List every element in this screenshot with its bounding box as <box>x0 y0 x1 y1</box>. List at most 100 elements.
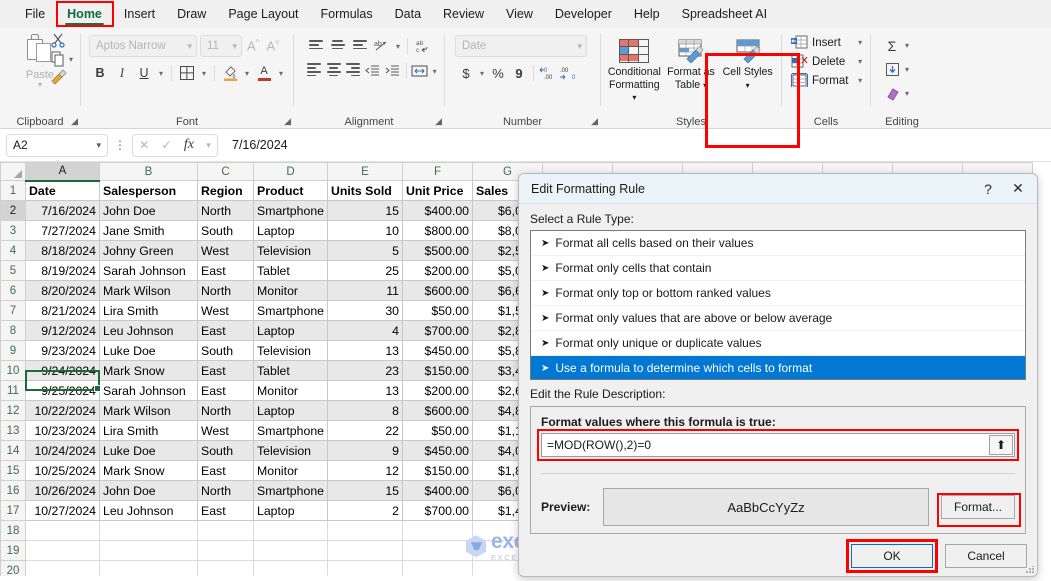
font-color-dropdown-caret[interactable]: ▾ <box>276 69 286 78</box>
cell-D13[interactable]: Smartphone <box>254 421 328 441</box>
cell-F11[interactable]: $200.00 <box>403 381 473 401</box>
empty-cell[interactable] <box>198 561 254 577</box>
header-cell-salesperson[interactable]: Salesperson <box>100 181 198 201</box>
row-header-12[interactable]: 12 <box>1 401 26 421</box>
cell-C9[interactable]: South <box>198 341 254 361</box>
format-as-table-button[interactable]: Format as Table ▾ <box>663 33 720 105</box>
tab-insert[interactable]: Insert <box>113 3 166 25</box>
name-box[interactable]: A2 ▾ <box>6 134 108 157</box>
cell-A9[interactable]: 9/23/2024 <box>26 341 100 361</box>
collapse-dialog-icon[interactable]: ⬆ <box>989 435 1013 455</box>
number-format-select[interactable]: Date ▾ <box>455 35 587 57</box>
tab-data[interactable]: Data <box>384 3 432 25</box>
font-name-input[interactable]: Aptos Narrow ▾ <box>89 35 197 57</box>
cell-C10[interactable]: East <box>198 361 254 381</box>
cell-B8[interactable]: Leu Johnson <box>100 321 198 341</box>
clipboard-dialog-launcher[interactable]: ◢ <box>71 116 78 127</box>
empty-cell[interactable] <box>100 521 198 541</box>
row-header-11[interactable]: 11 <box>1 381 26 401</box>
cell-E4[interactable]: 5 <box>328 241 403 261</box>
orientation-icon[interactable]: ab <box>371 36 392 56</box>
cell-C16[interactable]: North <box>198 481 254 501</box>
cancel-entry-icon[interactable]: ✕ <box>139 138 149 152</box>
merge-dropdown-caret[interactable]: ▾ <box>430 67 439 76</box>
cell-E8[interactable]: 4 <box>328 321 403 341</box>
cell-C5[interactable]: East <box>198 261 254 281</box>
cell-F7[interactable]: $50.00 <box>403 301 473 321</box>
cell-C17[interactable]: East <box>198 501 254 521</box>
row-header-6[interactable]: 6 <box>1 281 26 301</box>
tab-help[interactable]: Help <box>623 3 671 25</box>
rule-type-option-1[interactable]: ➤Format only cells that contain <box>531 256 1025 281</box>
clear-eraser-icon[interactable] <box>882 84 902 103</box>
cell-A10[interactable]: 9/24/2024 <box>26 361 100 381</box>
cell-C7[interactable]: West <box>198 301 254 321</box>
cell-D4[interactable]: Television <box>254 241 328 261</box>
fill-color-dropdown-caret[interactable]: ▾ <box>242 69 252 78</box>
cell-D5[interactable]: Tablet <box>254 261 328 281</box>
row-header-3[interactable]: 3 <box>1 221 26 241</box>
column-header-F[interactable]: F <box>403 163 473 181</box>
cell-B2[interactable]: John Doe <box>100 201 198 221</box>
empty-cell[interactable] <box>328 521 403 541</box>
cell-C11[interactable]: East <box>198 381 254 401</box>
cell-F14[interactable]: $450.00 <box>403 441 473 461</box>
row-header-19[interactable]: 19 <box>1 541 26 561</box>
empty-cell[interactable] <box>100 561 198 577</box>
ok-button[interactable]: OK <box>851 544 933 568</box>
row-header-17[interactable]: 17 <box>1 501 26 521</box>
empty-cell[interactable] <box>328 541 403 561</box>
row-header-10[interactable]: 10 <box>1 361 26 381</box>
cell-D11[interactable]: Monitor <box>254 381 328 401</box>
rule-type-option-2[interactable]: ➤Format only top or bottom ranked values <box>531 281 1025 306</box>
delete-dropdown-caret[interactable]: ▾ <box>855 57 865 66</box>
help-icon[interactable]: ? <box>973 175 1003 203</box>
clear-dropdown-caret[interactable]: ▾ <box>902 89 912 98</box>
cell-E11[interactable]: 13 <box>328 381 403 401</box>
cell-D17[interactable]: Laptop <box>254 501 328 521</box>
header-cell-date[interactable]: Date <box>26 181 100 201</box>
tab-spreadsheet-ai[interactable]: Spreadsheet AI <box>671 3 778 25</box>
borders-button[interactable] <box>177 63 197 83</box>
number-dialog-launcher[interactable]: ◢ <box>591 116 598 127</box>
cell-A11[interactable]: 9/25/2024 <box>26 381 100 401</box>
increase-font-size-icon[interactable]: A^ <box>245 38 261 53</box>
format-button[interactable]: Format... <box>941 495 1015 519</box>
cell-D12[interactable]: Laptop <box>254 401 328 421</box>
conditional-formatting-button[interactable]: Conditional Formatting ▾ <box>606 33 663 105</box>
cell-F4[interactable]: $500.00 <box>403 241 473 261</box>
italic-button[interactable]: I <box>112 63 132 83</box>
cell-A6[interactable]: 8/20/2024 <box>26 281 100 301</box>
cell-B5[interactable]: Sarah Johnson <box>100 261 198 281</box>
decrease-font-size-icon[interactable]: A˅ <box>264 38 281 53</box>
cell-F3[interactable]: $800.00 <box>403 221 473 241</box>
cell-F13[interactable]: $50.00 <box>403 421 473 441</box>
empty-cell[interactable] <box>26 561 100 577</box>
cell-A15[interactable]: 10/25/2024 <box>26 461 100 481</box>
cell-E10[interactable]: 23 <box>328 361 403 381</box>
cell-D16[interactable]: Smartphone <box>254 481 328 501</box>
empty-cell[interactable] <box>403 521 473 541</box>
column-header-E[interactable]: E <box>328 163 403 181</box>
cell-A14[interactable]: 10/24/2024 <box>26 441 100 461</box>
copy-icon[interactable] <box>50 51 66 67</box>
select-all-corner[interactable] <box>1 163 26 181</box>
empty-cell[interactable] <box>100 541 198 561</box>
insert-dropdown-caret[interactable]: ▾ <box>855 38 865 47</box>
empty-cell[interactable] <box>254 521 328 541</box>
rule-type-option-5[interactable]: ➤Use a formula to determine which cells … <box>531 356 1025 380</box>
cell-A13[interactable]: 10/23/2024 <box>26 421 100 441</box>
formula-rule-input[interactable]: =MOD(ROW(),2)=0 <box>541 433 1015 457</box>
cell-C13[interactable]: West <box>198 421 254 441</box>
empty-cell[interactable] <box>254 541 328 561</box>
cell-D15[interactable]: Monitor <box>254 461 328 481</box>
cell-F8[interactable]: $700.00 <box>403 321 473 341</box>
rule-type-option-3[interactable]: ➤Format only values that are above or be… <box>531 306 1025 331</box>
header-cell-region[interactable]: Region <box>198 181 254 201</box>
cell-C2[interactable]: North <box>198 201 254 221</box>
cell-A17[interactable]: 10/27/2024 <box>26 501 100 521</box>
row-header-5[interactable]: 5 <box>1 261 26 281</box>
cell-D14[interactable]: Television <box>254 441 328 461</box>
percent-format-button[interactable]: % <box>488 63 508 83</box>
empty-cell[interactable] <box>403 561 473 577</box>
